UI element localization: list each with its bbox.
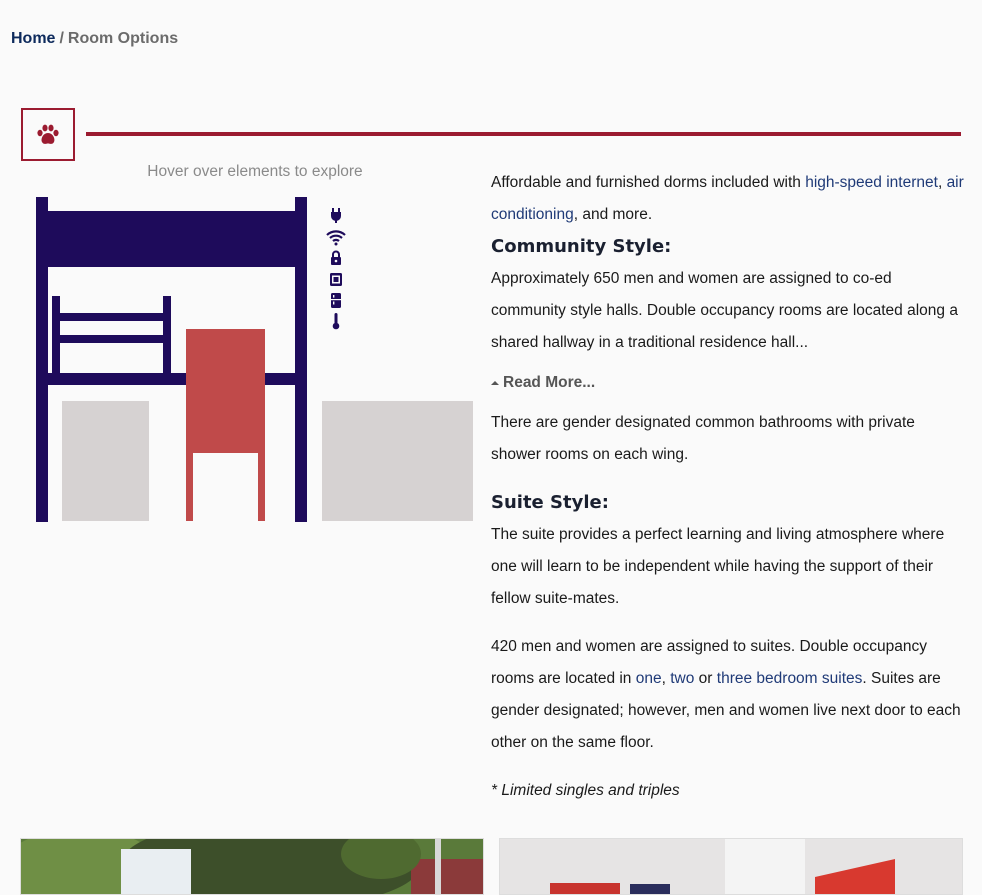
suite-style-paragraph: The suite provides a perfect learning an…: [491, 526, 945, 607]
community-hall-photo[interactable]: [20, 838, 484, 895]
thermometer-icon[interactable]: [325, 311, 347, 332]
amenity-icons: [325, 206, 347, 332]
breadcrumb-separator: /: [59, 30, 64, 47]
suite-details-paragraph: 420 men and women are assigned to suites…: [491, 631, 966, 759]
bathrooms-paragraph: There are gender designated common bathr…: [491, 414, 915, 463]
room-options-content: Affordable and furnished dorms included …: [491, 167, 966, 807]
breadcrumb-home-link[interactable]: Home: [11, 30, 55, 47]
read-more-toggle[interactable]: Read More...: [491, 367, 966, 399]
read-more-label: Read More...: [503, 374, 596, 391]
wifi-icon[interactable]: [325, 227, 347, 248]
intro-text-end: , and more.: [573, 206, 653, 223]
lock-icon[interactable]: [325, 248, 347, 269]
one-bedroom-link[interactable]: one: [636, 670, 662, 687]
caret-up-icon: [491, 381, 499, 385]
desk-chair[interactable]: [186, 329, 265, 521]
intro-comma: ,: [937, 174, 943, 191]
intro-paragraph: Affordable and furnished dorms included …: [491, 167, 966, 231]
explore-hint: Hover over elements to explore: [147, 163, 363, 180]
intro-text: Affordable and furnished dorms included …: [491, 174, 806, 191]
dresser[interactable]: [62, 401, 149, 521]
bed-ladder[interactable]: [52, 296, 171, 375]
two-bedroom-link[interactable]: two: [670, 670, 694, 687]
internet-link[interactable]: high-speed internet: [805, 174, 938, 191]
suite-style-heading: Suite Style:: [491, 492, 609, 513]
dorm-room-illustration: [36, 197, 473, 522]
community-style-paragraph: Approximately 650 men and women are assi…: [491, 270, 958, 351]
fridge-icon[interactable]: [325, 290, 347, 311]
breadcrumb: Home / Room Options: [11, 30, 178, 48]
limited-singles-note: * Limited singles and triples: [491, 782, 680, 799]
section-icon-box: [21, 108, 75, 161]
desk[interactable]: [322, 401, 473, 521]
three-bedroom-link[interactable]: three bedroom suites: [717, 670, 863, 687]
suite-room-photo[interactable]: [499, 838, 963, 895]
paw-icon: [37, 124, 59, 144]
breadcrumb-current: Room Options: [67, 30, 179, 47]
plug-icon[interactable]: [325, 206, 347, 227]
community-style-heading: Community Style:: [491, 236, 672, 257]
suite-sep-2: or: [694, 670, 717, 687]
microwave-icon[interactable]: [325, 269, 347, 290]
section-divider: [86, 132, 961, 136]
suite-sep-1: ,: [661, 670, 671, 687]
